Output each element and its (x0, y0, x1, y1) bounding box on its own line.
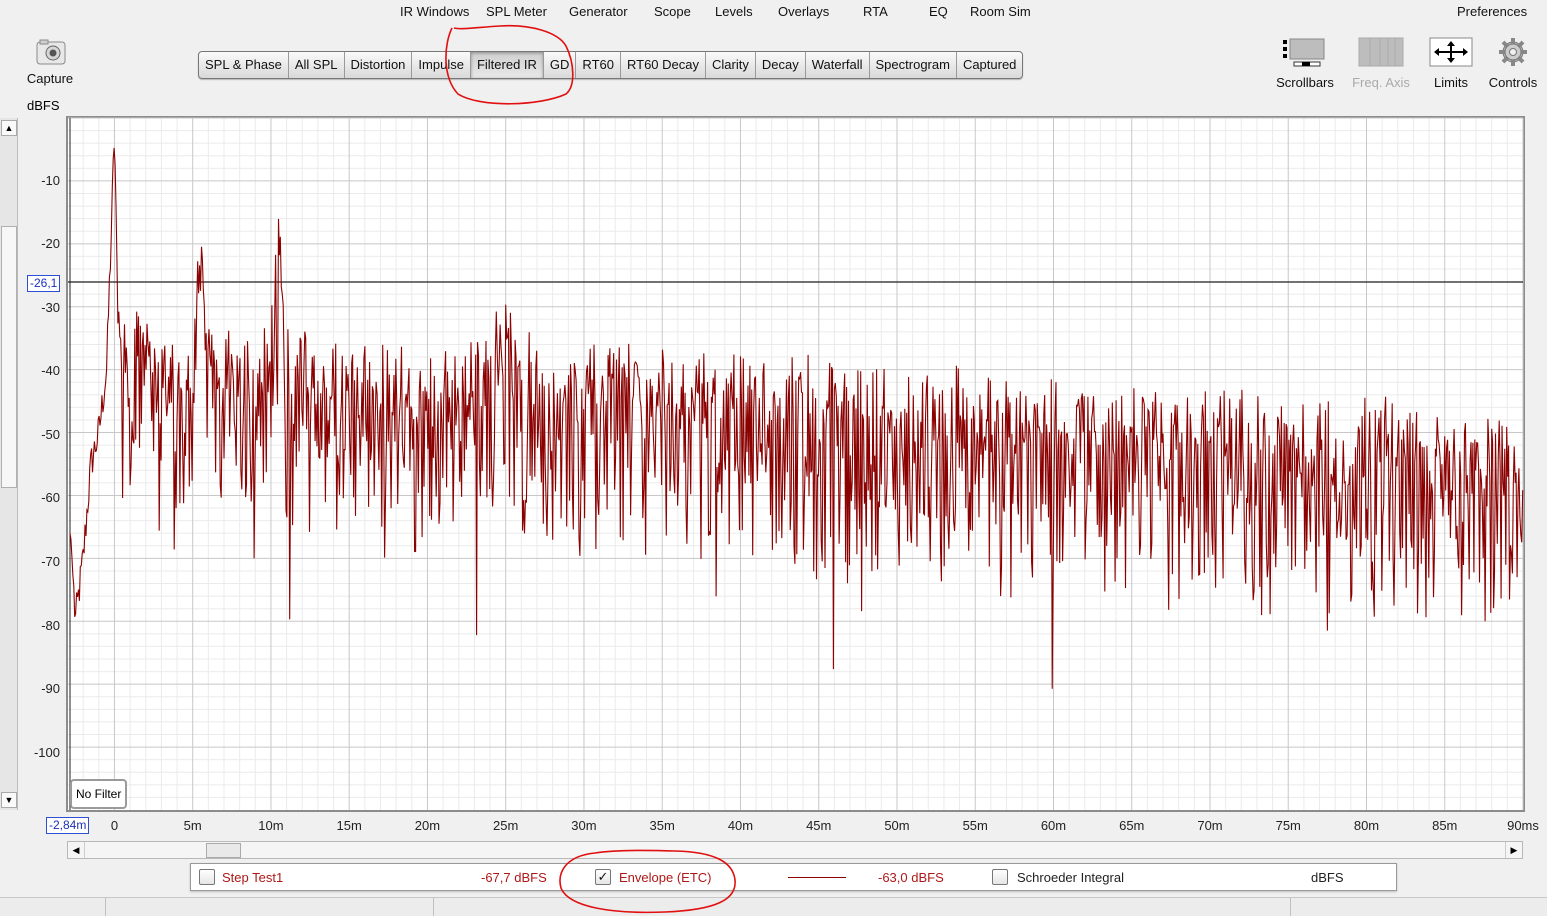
x-tick-label: 35m (649, 818, 675, 833)
checkmark-icon: ✓ (597, 869, 609, 884)
tab-clarity[interactable]: Clarity (706, 52, 756, 78)
menu-generator[interactable]: Generator (569, 4, 628, 22)
tab-decay[interactable]: Decay (756, 52, 806, 78)
y-tick-label: -100 (33, 745, 60, 760)
scroll-down-arrow-icon[interactable]: ▼ (1, 792, 17, 808)
schroeder-value: dBFS (1311, 870, 1344, 885)
schroeder-label: Schroeder Integral (1017, 870, 1124, 885)
tab-captured[interactable]: Captured (957, 52, 1022, 78)
menu-ir-windows[interactable]: IR Windows (400, 4, 469, 22)
x-tick-label: 0 (110, 818, 119, 833)
limits-button[interactable]: Limits (1424, 36, 1478, 90)
x-tick-label: 25m (493, 818, 519, 833)
y-tick-label: -10 (41, 173, 60, 188)
cursor-x-value[interactable]: -2,84m (46, 817, 90, 834)
x-tick-label: 30m (571, 818, 597, 833)
camera-icon (36, 39, 66, 65)
tab-impulse[interactable]: Impulse (412, 52, 471, 78)
legend-panel: Step Test1 -67,7 dBFS ✓ Envelope (ETC) -… (190, 863, 1397, 891)
tab-distortion[interactable]: Distortion (345, 52, 413, 78)
tab-spectrogram[interactable]: Spectrogram (870, 52, 957, 78)
x-tick-label: 45m (806, 818, 832, 833)
menu-spl-meter[interactable]: SPL Meter (486, 4, 547, 22)
freq-axis-label: Freq. Axis (1352, 75, 1410, 90)
menu-scope[interactable]: Scope (654, 4, 691, 22)
x-tick-label: 75m (1275, 818, 1301, 833)
tab-rt60-decay[interactable]: RT60 Decay (621, 52, 706, 78)
controls-label: Controls (1488, 75, 1538, 90)
tab-spl-phase[interactable]: SPL & Phase (199, 52, 289, 78)
y-tick-label: -50 (41, 427, 60, 442)
tab-gd[interactable]: GD (544, 52, 577, 78)
capture-button[interactable]: Capture (22, 38, 78, 86)
x-tick-label: 60m (1040, 818, 1067, 833)
x-tick-label: 70m (1197, 818, 1223, 833)
x-tick-label: 40m (727, 818, 754, 833)
menu-rta[interactable]: RTA (863, 4, 888, 22)
menu-room-sim[interactable]: Room Sim (970, 4, 1031, 22)
x-tick-label: 85m (1432, 818, 1458, 833)
menu-levels[interactable]: Levels (715, 4, 753, 22)
y-tick-label: -40 (41, 363, 60, 378)
tab-filtered-ir[interactable]: Filtered IR (470, 52, 544, 78)
envelope-label: Envelope (ETC) (619, 870, 712, 885)
capture-label: Capture (26, 71, 74, 86)
horizontal-scrollbar[interactable]: ◀ ▶ (67, 841, 1523, 859)
freq-axis-button[interactable]: Freq. Axis (1348, 36, 1414, 90)
scroll-up-arrow-icon[interactable]: ▲ (1, 120, 17, 136)
controls-button[interactable]: Controls (1484, 36, 1542, 90)
graph-tab-bar: SPL & Phase All SPL Distortion Impulse F… (198, 51, 1024, 79)
y-unit-label: dBFS (27, 98, 60, 113)
trace-label: Step Test1 (222, 870, 284, 885)
y-tick-label: -80 (41, 618, 60, 633)
menu-eq[interactable]: EQ (929, 4, 948, 22)
envelope-checkbox[interactable]: ✓ (595, 869, 611, 885)
gear-icon (1499, 38, 1527, 66)
status-divider (105, 898, 106, 916)
x-tick-label: 5m (183, 818, 202, 833)
x-tick-label: 55m (962, 818, 988, 833)
step-test1-checkbox[interactable] (199, 869, 215, 885)
x-tick-label: 10m (258, 818, 284, 833)
limits-icon (1429, 37, 1473, 67)
x-tick-label: 80m (1353, 818, 1380, 833)
x-tick-label: 20m (414, 818, 441, 833)
schroeder-checkbox[interactable] (992, 869, 1008, 885)
y-tick-label: -20 (41, 236, 60, 251)
y-tick-label: -90 (41, 681, 60, 696)
y-tick-label: -60 (41, 490, 60, 505)
y-tick-label: -70 (41, 554, 60, 569)
status-divider (433, 898, 434, 916)
status-bar (0, 897, 1547, 916)
freq-axis-icon (1358, 37, 1404, 67)
envelope-line-swatch (788, 877, 846, 878)
menu-preferences[interactable]: Preferences (1457, 4, 1527, 22)
tab-all-spl[interactable]: All SPL (289, 52, 345, 78)
scrollbars-icon (1283, 38, 1325, 67)
envelope-value: -63,0 dBFS (878, 870, 944, 885)
scroll-right-arrow-icon[interactable]: ▶ (1505, 842, 1522, 858)
vertical-scroll-thumb[interactable] (1, 226, 17, 488)
horizontal-scroll-thumb[interactable] (206, 843, 241, 858)
no-filter-label[interactable]: No Filter (70, 779, 128, 809)
x-tick-label: 65m (1119, 818, 1145, 833)
x-tick-label: 15m (336, 818, 362, 833)
scrollbars-label: Scrollbars (1276, 75, 1334, 90)
y-tick-label: -30 (41, 300, 60, 315)
tab-rt60[interactable]: RT60 (576, 52, 621, 78)
scroll-left-arrow-icon[interactable]: ◀ (68, 842, 85, 858)
trace-value: -67,7 dBFS (481, 870, 547, 885)
tab-waterfall[interactable]: Waterfall (806, 52, 870, 78)
menu-overlays[interactable]: Overlays (778, 4, 829, 22)
x-tick-label: 90ms (1507, 818, 1539, 833)
filtered-ir-plot[interactable] (66, 116, 1525, 812)
limits-label: Limits (1434, 75, 1468, 90)
vertical-scrollbar[interactable]: ▲ ▼ (0, 118, 18, 810)
x-tick-label: 50m (884, 818, 910, 833)
scrollbars-button[interactable]: Scrollbars (1270, 36, 1340, 90)
status-divider (1290, 898, 1291, 916)
cursor-y-value[interactable]: -26,1 (27, 275, 61, 292)
